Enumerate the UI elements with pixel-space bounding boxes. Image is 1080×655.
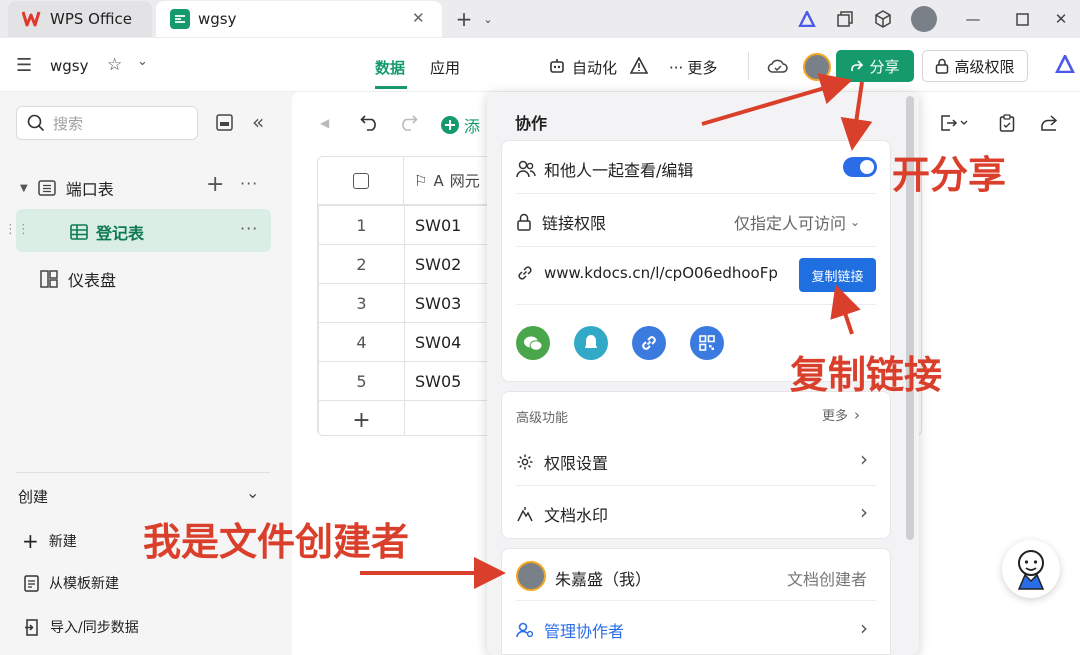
arrow-to-copy-link (830, 284, 861, 335)
arrow-to-share (701, 73, 853, 126)
annotation-creator: 我是文件创建者 (143, 520, 410, 564)
annotation-copy-link: 复制链接 (790, 353, 943, 397)
annotation-open-share: 开分享 (892, 153, 1007, 197)
arrow-to-toggle (840, 81, 873, 151)
